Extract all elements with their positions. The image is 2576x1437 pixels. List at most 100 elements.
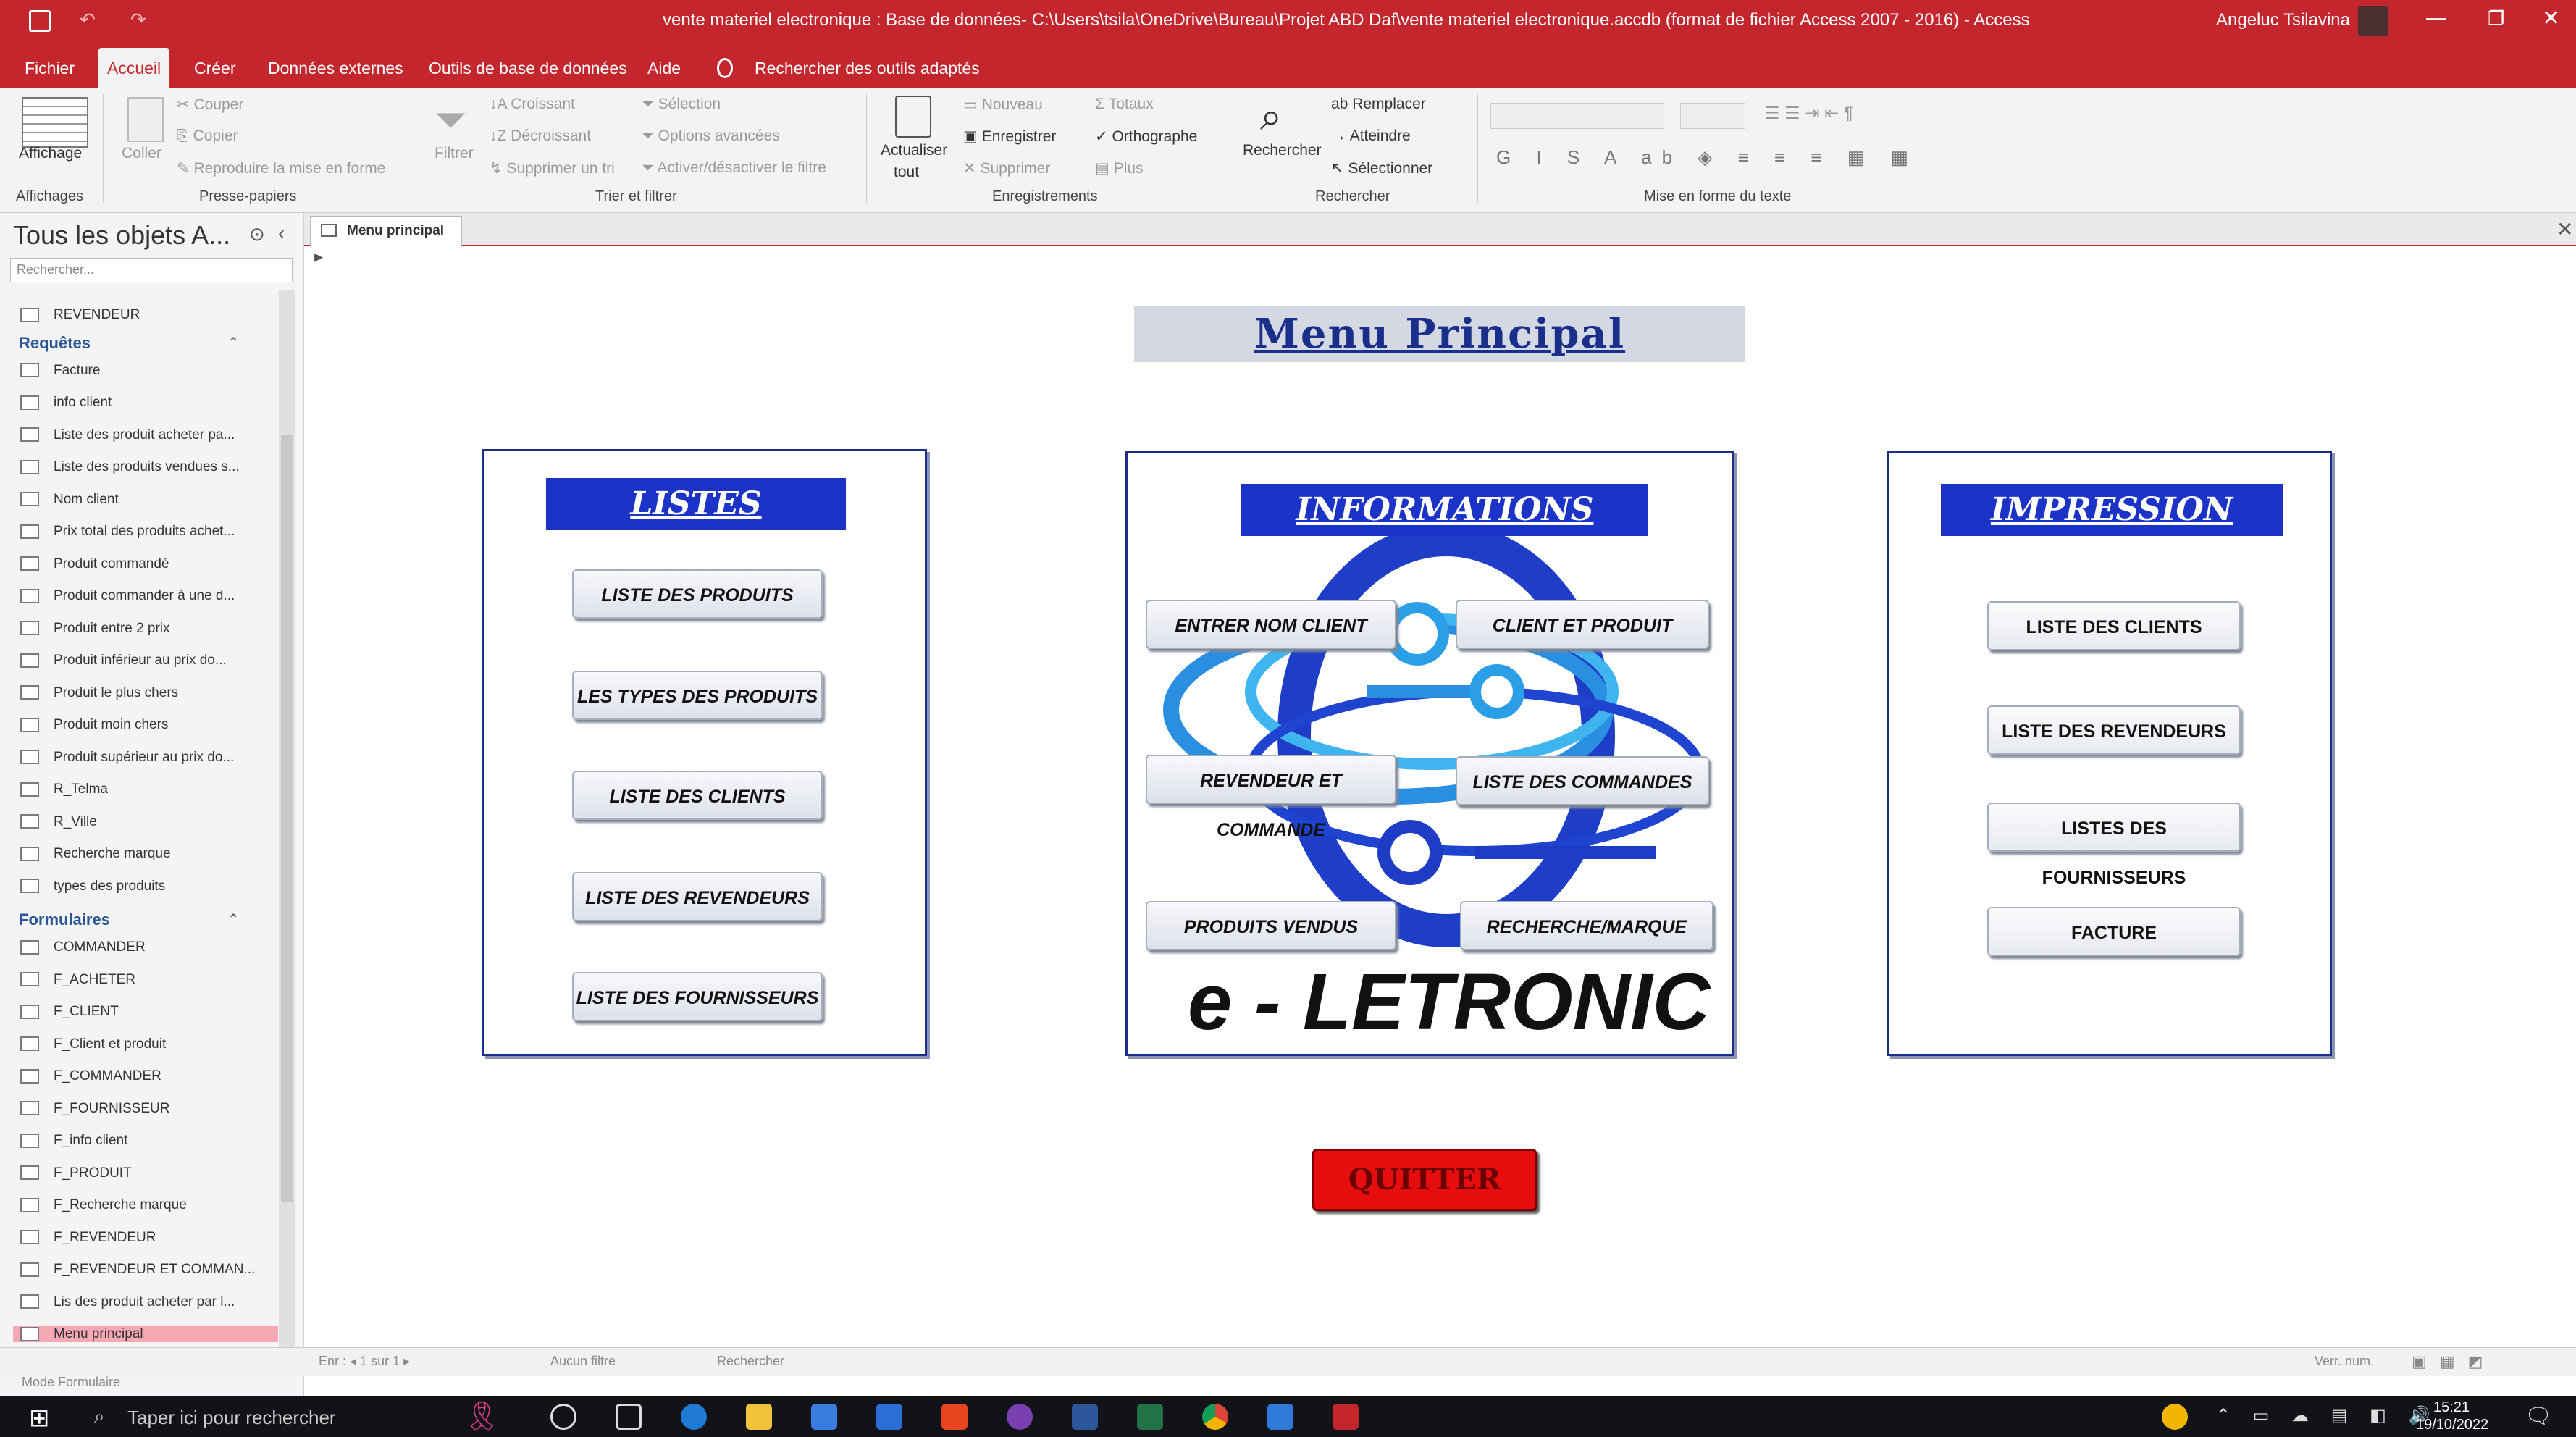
form-button[interactable]: LISTE DES REVENDEURS [1987,705,2241,755]
nav-item[interactable]: Produit commander à une d... [20,588,235,604]
nav-item[interactable]: Prix total des produits achet... [20,524,235,540]
store-icon[interactable] [811,1404,837,1430]
format-icons[interactable]: G I S A ab ◈ ≡ ≡ ≡ ▦ ▦ [1496,146,1918,169]
view-icon[interactable] [22,97,88,148]
new-record-button[interactable]: ▭ Nouveau [963,96,1043,114]
form-button[interactable]: CLIENT ET PRODUIT [1456,600,1709,649]
minimize-icon[interactable]: — [2426,6,2446,29]
mail-icon[interactable] [876,1404,902,1430]
nav-section-requetes[interactable]: Requêtes [19,334,91,353]
form-button[interactable]: LISTE DES CLIENTS [1987,601,2241,650]
advanced-options-button[interactable]: ⏷ Options avancées [642,127,780,145]
nav-collapse-icon[interactable]: ‹ [278,222,285,245]
clock-date[interactable]: 19/10/2022 [2416,1417,2488,1433]
save-icon[interactable] [29,10,51,32]
paste-icon[interactable] [127,97,164,142]
totals-button[interactable]: Σ Totaux [1095,96,1154,113]
nav-item[interactable]: F_FOURNISSEUR [20,1101,169,1117]
nav-menu-icon[interactable]: ⊙ [249,223,265,246]
nav-item[interactable]: F_COMMANDER [20,1068,161,1084]
refresh-icon[interactable] [895,96,931,138]
nav-item[interactable]: Nom client [20,492,119,508]
form-button[interactable]: PRODUITS VENDUS [1146,901,1396,950]
nav-item[interactable]: F_Client et produit [20,1036,166,1052]
avatar[interactable] [2358,6,2388,36]
notifications-icon[interactable]: 🗨 [2525,1404,2552,1429]
chevron-up-icon[interactable]: ⌃ [227,334,240,352]
close-icon[interactable]: ✕ [2542,6,2560,31]
sort-desc-button[interactable]: ↓Z Décroissant [490,127,591,145]
form-button[interactable]: RECHERCHE/MARQUE [1460,901,1713,950]
copy-button[interactable]: ⎘ Copier [177,127,238,145]
save-record-button[interactable]: ▣ Enregistrer [963,127,1056,146]
chevron-up-icon[interactable]: ⌃ [227,910,240,929]
file-explorer-icon[interactable] [746,1404,772,1430]
nav-item[interactable]: F_REVENDEUR ET COMMAN... [20,1262,255,1278]
form-button[interactable]: FACTURE [1987,907,2241,956]
nav-item[interactable]: Liste des produits vendues s... [20,459,240,475]
nav-item[interactable]: F_PRODUIT [20,1165,132,1181]
taskbar-search-input[interactable]: Taper ici pour rechercher [127,1407,336,1429]
form-button[interactable]: LES TYPES DES PRODUITS [572,671,823,720]
menu-donnees-externes[interactable]: Données externes [259,48,412,88]
form-button[interactable]: REVENDEUR ET COMMANDE [1146,755,1396,840]
delete-record-button[interactable]: ✕ Supprimer [963,159,1050,177]
replace-button[interactable]: ab Remplacer [1331,96,1426,113]
selection-button[interactable]: ⏷ Sélection [642,96,721,113]
find-button[interactable]: Rechercher [1243,142,1322,159]
nav-item[interactable]: Produit supérieur au prix do... [20,750,234,766]
nav-title[interactable]: Tous les objets A... [13,220,230,251]
undo-icon[interactable]: ↶ [80,9,96,31]
format-painter-button[interactable]: ✎ Reproduire la mise en forme [177,159,385,177]
nav-item[interactable]: F_REVENDEUR [20,1230,156,1246]
goto-button[interactable]: → Atteindre [1331,127,1411,145]
record-selector-icon[interactable]: ▸ [314,246,323,267]
refresh-all-button[interactable]: Actualiser [881,142,947,159]
quit-button[interactable]: QUITTER [1312,1149,1537,1211]
select-button[interactable]: ↖ Sélectionner [1331,159,1432,177]
nav-item[interactable]: R_Telma [20,782,108,797]
menu-outils-bdd[interactable]: Outils de base de données [420,48,636,88]
nav-item[interactable]: F_ACHETER [20,972,135,988]
form-button[interactable]: ENTRER NOM CLIENT [1146,600,1396,649]
nav-item[interactable]: F_Recherche marque [20,1197,187,1213]
form-button[interactable]: LISTES DES FOURNISSEURS [1987,803,2241,888]
chrome-icon[interactable] [1202,1404,1228,1430]
menu-accueil[interactable]: Accueil [98,48,170,88]
form-button[interactable]: LISTE DES REVENDEURS [572,872,823,921]
form-button[interactable]: LISTE DES FOURNISSEURS [572,972,823,1021]
paste-button[interactable]: Coller [122,145,161,162]
nav-item[interactable]: F_info client [20,1133,127,1149]
menu-creer[interactable]: Créer [185,48,245,88]
font-family-select[interactable] [1490,103,1664,129]
toggle-filter-button[interactable]: ⏷ Activer/désactiver le filtre [642,159,826,177]
tab-menu-principal[interactable]: Menu principal [310,216,462,246]
weather-icon[interactable] [2162,1404,2188,1430]
font-size-select[interactable] [1680,103,1745,129]
task-view-icon[interactable] [616,1404,642,1430]
redo-icon[interactable]: ↷ [130,9,146,31]
nav-item[interactable]: info client [20,395,112,411]
windows-start-icon[interactable]: ⊞ [29,1404,50,1433]
nav-item[interactable]: Menu principal [13,1326,278,1342]
view-switch-icons[interactable]: ▣▦◩ [2412,1352,2496,1371]
menu-fichier[interactable]: Fichier [16,48,83,88]
view-button[interactable]: Affichage [19,145,82,162]
access-icon[interactable] [1333,1404,1359,1430]
edge-icon[interactable] [681,1404,707,1430]
nav-item[interactable]: COMMANDER [20,939,146,955]
refresh-all-button-line2[interactable]: tout [894,164,919,181]
nav-item[interactable]: types des produits [20,879,165,895]
menu-aide[interactable]: Aide [639,48,689,88]
form-button[interactable]: LISTE DES CLIENTS [572,771,823,820]
bullet-list-icon[interactable]: ☰ ☰ ⇥ ⇤ ¶ [1764,103,1853,124]
nav-item[interactable]: REVENDEUR [20,307,140,323]
form-button[interactable]: LISTE DES COMMANDES [1456,756,1709,805]
nav-item[interactable]: Facture [20,363,100,379]
nav-item[interactable]: Lis des produit acheter par l... [20,1294,235,1310]
nav-item[interactable]: Produit inférieur au prix do... [20,653,227,669]
clock-time[interactable]: 15:21 [2433,1399,2470,1416]
spelling-button[interactable]: ✓ Orthographe [1095,127,1197,146]
pdf-icon[interactable] [941,1404,968,1430]
close-tab-icon[interactable]: ✕ [2556,217,2573,241]
